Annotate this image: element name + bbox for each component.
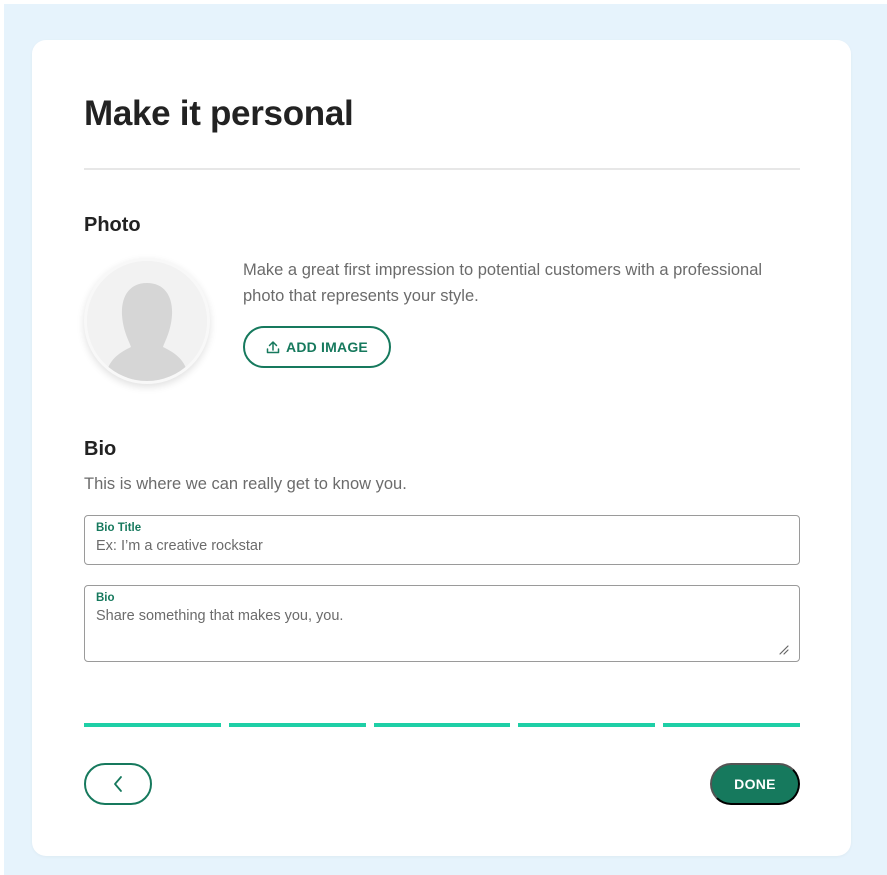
- progress-bar: [84, 723, 800, 727]
- chevron-left-icon: [114, 776, 122, 792]
- progress-segment: [228, 723, 366, 727]
- bio-textarea[interactable]: [96, 608, 786, 652]
- bio-description: This is where we can really get to know …: [84, 475, 407, 493]
- bio-title-label: Bio Title: [96, 522, 142, 534]
- progress-segment: [373, 723, 511, 727]
- page-title: Make it personal: [84, 94, 354, 133]
- add-image-label: ADD IMAGE: [286, 339, 368, 355]
- resize-handle-icon[interactable]: [777, 643, 789, 655]
- bio-title-input[interactable]: [96, 538, 786, 554]
- done-button[interactable]: DONE: [710, 763, 800, 805]
- profile-card: Make it personal Photo Make a great firs…: [32, 40, 851, 856]
- title-divider: [84, 168, 800, 170]
- bio-heading: Bio: [84, 438, 117, 460]
- bio-field[interactable]: Bio: [84, 585, 800, 662]
- progress-segment: [84, 723, 221, 727]
- bio-title-field[interactable]: Bio Title: [84, 515, 800, 565]
- photo-description: Make a great first impression to potenti…: [243, 261, 763, 305]
- add-image-button[interactable]: ADD IMAGE: [243, 326, 391, 368]
- back-button[interactable]: [84, 763, 152, 805]
- bio-label: Bio: [96, 592, 115, 604]
- photo-heading: Photo: [84, 214, 141, 236]
- avatar: [84, 258, 210, 384]
- person-silhouette-icon: [87, 261, 207, 381]
- progress-segment: [663, 723, 800, 727]
- upload-icon: [266, 341, 280, 354]
- progress-segment: [518, 723, 656, 727]
